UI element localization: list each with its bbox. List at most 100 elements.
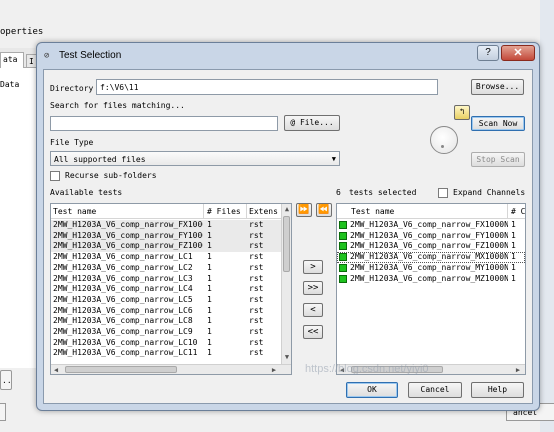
extension-cell: rst bbox=[249, 284, 264, 294]
extension-cell: rst bbox=[249, 241, 264, 251]
move-right-button[interactable]: > bbox=[303, 260, 323, 274]
close-icon: ✕ bbox=[513, 47, 523, 59]
test-name-cell: 2MW_H1203A_V6_comp_narrow_MZ1000N bbox=[350, 273, 508, 283]
channels-cell: 1 bbox=[511, 273, 516, 283]
close-button[interactable]: ✕ bbox=[501, 45, 535, 61]
available-tests-table[interactable]: Test name # Files Extens 2MW_H1203A_V6_c… bbox=[50, 203, 292, 375]
move-left-button[interactable]: < bbox=[303, 303, 323, 317]
parent-button-2[interactable] bbox=[0, 403, 6, 421]
files-cell: 1 bbox=[207, 327, 212, 336]
file-type-select[interactable]: All supported files ▼ bbox=[50, 151, 340, 166]
scan-progress-dot bbox=[441, 145, 444, 148]
move-all-left-top-button[interactable]: ⏪ bbox=[316, 203, 332, 217]
test-name-cell: 2MW_H1203A_V6_comp_narrow_LC3 bbox=[53, 273, 193, 283]
recurse-checkbox[interactable] bbox=[50, 171, 60, 181]
table-row[interactable]: 2MW_H1203A_V6_comp_narrow_MX1000N 1 bbox=[337, 252, 525, 263]
table-row[interactable]: 2MW_H1203A_V6_comp_narrow_LC6 1 rst bbox=[51, 306, 281, 317]
extension-cell: rst bbox=[249, 273, 264, 283]
table-row[interactable]: 2MW_H1203A_V6_comp_narrow_LC1 1 rst bbox=[51, 252, 281, 263]
parent-tab-data[interactable]: ata bbox=[0, 52, 24, 68]
table-row[interactable]: 2MW_H1203A_V6_comp_narrow_FY1000N 1 bbox=[337, 231, 525, 242]
browse-button[interactable]: Browse... bbox=[471, 79, 524, 95]
dialog-title: Test Selection bbox=[59, 50, 122, 61]
table-row[interactable]: 2MW_H1203A_V6_comp_narrow_LC4 1 rst bbox=[51, 284, 281, 295]
files-cell: 1 bbox=[207, 337, 212, 347]
directory-label: Directory bbox=[50, 84, 94, 93]
column-separator bbox=[507, 204, 508, 219]
table-row[interactable]: 2MW_H1203A_V6_comp_narrow_FX1000N 1 rst bbox=[51, 220, 281, 231]
extension-cell: rst bbox=[249, 294, 264, 304]
scan-progress-dial bbox=[430, 126, 458, 154]
parent-button[interactable]: .. bbox=[0, 370, 12, 390]
cancel-button[interactable]: Cancel bbox=[408, 382, 462, 398]
selected-label: tests selected bbox=[349, 188, 417, 197]
file-button[interactable]: @ File... bbox=[284, 115, 340, 131]
available-hscroll-thumb[interactable] bbox=[65, 366, 177, 373]
available-vscroll-thumb[interactable] bbox=[283, 216, 290, 272]
column-separator bbox=[246, 204, 247, 219]
status-square-icon bbox=[339, 274, 347, 283]
scroll-right-icon[interactable]: ▶ bbox=[269, 365, 279, 374]
move-all-right-button[interactable]: >> bbox=[303, 281, 323, 295]
table-row[interactable]: 2MW_H1203A_V6_comp_narrow_LC11 1 rst bbox=[51, 348, 281, 359]
table-row[interactable]: 2MW_H1203A_V6_comp_narrow_FZ1000N 1 bbox=[337, 241, 525, 252]
directory-input[interactable]: f:\V6\11 bbox=[96, 79, 438, 95]
column-header-channels[interactable]: # Ch bbox=[511, 207, 525, 216]
extension-cell: rst bbox=[249, 327, 264, 336]
test-name-cell: 2MW_H1203A_V6_comp_narrow_MX1000N bbox=[350, 252, 508, 262]
search-input[interactable] bbox=[50, 116, 278, 131]
expand-channels-checkbox[interactable] bbox=[438, 188, 448, 198]
column-header-test-name[interactable]: Test name bbox=[351, 207, 394, 216]
scroll-right-icon[interactable]: ▶ bbox=[513, 365, 523, 374]
status-square-icon bbox=[339, 253, 347, 262]
files-cell: 1 bbox=[207, 220, 212, 229]
ok-button[interactable]: OK bbox=[346, 382, 398, 398]
test-name-cell: 2MW_H1203A_V6_comp_narrow_FX1000N bbox=[350, 220, 508, 229]
folder-up-icon[interactable]: ↰ bbox=[454, 105, 470, 120]
table-row[interactable]: 2MW_H1203A_V6_comp_narrow_LC5 1 rst bbox=[51, 295, 281, 306]
extension-cell: rst bbox=[249, 305, 264, 315]
table-row[interactable]: 2MW_H1203A_V6_comp_narrow_FX1000N 1 bbox=[337, 220, 525, 231]
scan-now-button[interactable]: Scan Now bbox=[471, 116, 525, 131]
expand-channels-label: Expand Channels bbox=[453, 188, 526, 197]
table-row[interactable]: 2MW_H1203A_V6_comp_narrow_LC2 1 rst bbox=[51, 263, 281, 274]
scroll-up-icon[interactable]: ▲ bbox=[282, 204, 291, 214]
available-vertical-scrollbar[interactable]: ▲ ▼ bbox=[281, 204, 291, 364]
status-square-icon bbox=[339, 263, 347, 272]
scroll-left-icon[interactable]: ◀ bbox=[51, 365, 61, 374]
parent-window-title: operties bbox=[0, 27, 44, 37]
table-row[interactable]: 2MW_H1203A_V6_comp_narrow_MZ1000N 1 bbox=[337, 274, 525, 285]
channels-cell: 1 bbox=[511, 241, 516, 251]
move-all-left-button[interactable]: << bbox=[303, 325, 323, 339]
column-header-test-name[interactable]: Test name bbox=[53, 207, 96, 216]
table-row[interactable]: 2MW_H1203A_V6_comp_narrow_LC10 1 rst bbox=[51, 338, 281, 349]
column-header-extension[interactable]: Extens bbox=[249, 207, 278, 216]
channels-cell: 1 bbox=[511, 230, 516, 240]
selected-count: 6 bbox=[336, 188, 341, 197]
status-square-icon bbox=[339, 242, 347, 251]
table-row[interactable]: 2MW_H1203A_V6_comp_narrow_FY1000N 1 rst bbox=[51, 230, 281, 242]
help-button[interactable]: Help bbox=[471, 382, 524, 398]
test-name-cell: 2MW_H1203A_V6_comp_narrow_LC10 bbox=[53, 337, 198, 347]
table-row[interactable]: 2MW_H1203A_V6_comp_narrow_FZ1000N 1 rst bbox=[51, 241, 281, 253]
extension-cell: rst bbox=[249, 230, 264, 240]
files-cell: 1 bbox=[207, 294, 212, 304]
scroll-down-icon[interactable]: ▼ bbox=[282, 352, 291, 362]
table-row[interactable]: 2MW_H1203A_V6_comp_narrow_MY1000N 1 bbox=[337, 263, 525, 274]
test-name-cell: 2MW_H1203A_V6_comp_narrow_FY1000N bbox=[53, 230, 203, 240]
table-row[interactable]: 2MW_H1203A_V6_comp_narrow_LC9 1 rst bbox=[51, 327, 281, 338]
move-all-right-top-button[interactable]: ⏩ bbox=[296, 203, 312, 217]
files-cell: 1 bbox=[207, 273, 212, 283]
test-name-cell: 2MW_H1203A_V6_comp_narrow_LC5 bbox=[53, 294, 193, 304]
selected-tests-table[interactable]: Test name # Ch 2MW_H1203A_V6_comp_narrow… bbox=[336, 203, 526, 375]
column-separator bbox=[203, 204, 204, 219]
available-horizontal-scrollbar[interactable]: ◀ ▶ bbox=[51, 364, 291, 374]
column-header-files[interactable]: # Files bbox=[207, 207, 241, 216]
file-type-label: File Type bbox=[50, 138, 94, 147]
stop-scan-button[interactable]: Stop Scan bbox=[471, 152, 525, 167]
extension-cell: rst bbox=[249, 262, 264, 272]
files-cell: 1 bbox=[207, 262, 212, 272]
table-row[interactable]: 2MW_H1203A_V6_comp_narrow_LC8 1 rst bbox=[51, 316, 281, 327]
title-help-button[interactable]: ? bbox=[477, 45, 499, 61]
table-row[interactable]: 2MW_H1203A_V6_comp_narrow_LC3 1 rst bbox=[51, 274, 281, 285]
